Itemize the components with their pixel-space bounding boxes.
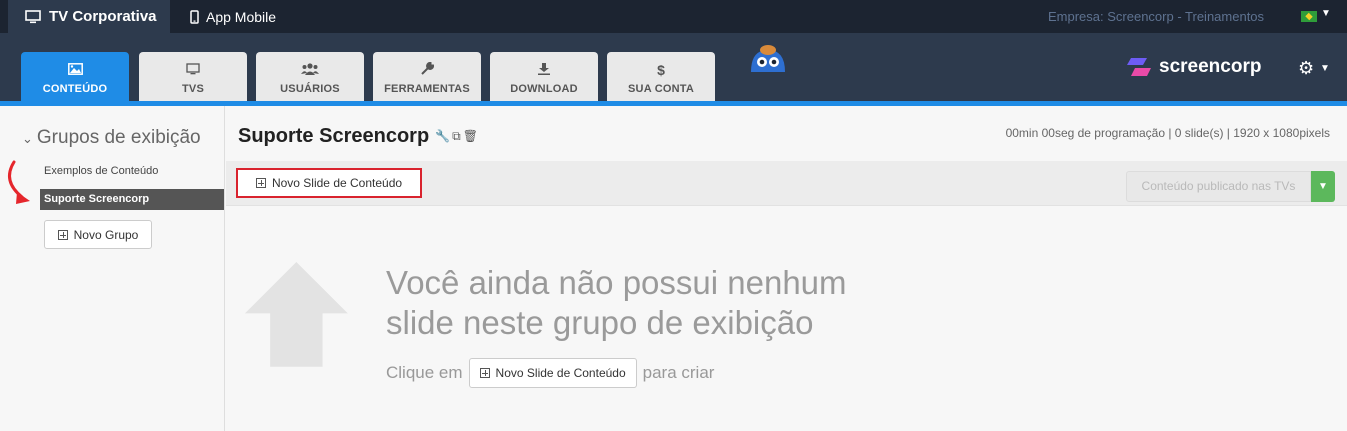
published-button[interactable]: Conteúdo publicado nas TVs: [1126, 171, 1311, 202]
hint-text: Clique em Novo Slide de Conteúdo para cr…: [386, 358, 714, 388]
users-icon: [256, 61, 364, 79]
plus-square-icon: [57, 229, 68, 240]
tab-tv-corporativa[interactable]: TV Corporativa: [8, 0, 170, 33]
plus-square-icon: [479, 368, 490, 378]
tab-usuarios[interactable]: USUÁRIOS: [256, 52, 364, 101]
empty-message-line2: slide neste grupo de exibição: [386, 304, 814, 341]
tab-mobile-label: App Mobile: [206, 8, 277, 25]
caret-down-icon[interactable]: ▼: [1311, 171, 1335, 202]
tab-usuarios-label: USUÁRIOS: [280, 83, 340, 95]
new-group-button[interactable]: Novo Grupo: [44, 220, 152, 249]
sidebar-item-suporte[interactable]: Suporte Screencorp: [40, 189, 224, 210]
screencorp-logo[interactable]: screencorp: [1125, 53, 1261, 81]
new-group-label: Novo Grupo: [73, 227, 139, 242]
brazil-flag-icon[interactable]: [1301, 11, 1317, 22]
mobile-icon: [190, 9, 199, 24]
hint-prefix: Clique em: [386, 363, 463, 382]
caret-down-icon[interactable]: ▼: [1321, 8, 1331, 19]
tab-ferramentas-label: FERRAMENTAS: [384, 83, 470, 95]
content-toolbar: Novo Slide de Conteúdo Conteúdo publicad…: [226, 161, 1347, 206]
trash-icon[interactable]: 🗑: [463, 129, 480, 143]
monitor-icon: [139, 61, 247, 79]
main-nav: CONTEÚDO TVS USUÁRIOS FERRAMENTAS DOWNLO…: [0, 33, 1347, 106]
wrench-icon[interactable]: 🔧: [435, 129, 452, 143]
tab-sua-conta-label: SUA CONTA: [628, 83, 694, 95]
content-area: Suporte Screencorp 🔧⧉🗑 00min 00seg de pr…: [226, 106, 1347, 431]
hint-suffix: para criar: [642, 363, 715, 382]
caret-down-icon[interactable]: ▼: [1320, 63, 1330, 74]
up-arrow-icon: [244, 261, 348, 367]
company-label: Empresa: Screencorp - Treinamentos: [1048, 9, 1265, 24]
chevron-down-icon: ⌄: [22, 131, 33, 146]
tab-tvs-label: TVS: [182, 83, 204, 95]
tab-download[interactable]: DOWNLOAD: [490, 52, 598, 101]
empty-message: Você ainda não possui nenhum slide neste…: [386, 263, 946, 343]
tab-conteudo[interactable]: CONTEÚDO: [21, 52, 129, 101]
page-title: Suporte Screencorp 🔧⧉🗑: [238, 125, 480, 148]
inline-new-slide-label: Novo Slide de Conteúdo: [495, 366, 626, 380]
tab-sua-conta[interactable]: $ SUA CONTA: [607, 52, 715, 101]
sidebar: ⌄ Grupos de exibição Exemplos de Conteúdo…: [0, 106, 225, 431]
inline-new-slide-button[interactable]: Novo Slide de Conteúdo: [468, 358, 637, 388]
tab-tvs[interactable]: TVS: [139, 52, 247, 101]
top-bar: TV Corporativa App Mobile Empresa: Scree…: [0, 0, 1347, 33]
program-info: 00min 00seg de programação | 0 slide(s) …: [1005, 126, 1330, 140]
new-slide-button[interactable]: Novo Slide de Conteúdo: [236, 168, 422, 198]
tab-ferramentas[interactable]: FERRAMENTAS: [373, 52, 481, 101]
brand-name: screencorp: [1159, 56, 1262, 77]
empty-message-line1: Você ainda não possui nenhum: [386, 264, 847, 301]
page-title-text: Suporte Screencorp: [238, 125, 430, 147]
tab-app-mobile[interactable]: App Mobile: [170, 0, 300, 33]
dollar-icon: $: [657, 62, 665, 78]
tab-conteudo-label: CONTEÚDO: [42, 83, 108, 95]
download-icon: [490, 61, 598, 79]
mascot-icon: [751, 45, 785, 72]
new-slide-label: Novo Slide de Conteúdo: [271, 176, 403, 190]
screencorp-logo-icon: [1127, 58, 1151, 76]
tab-tv-label: TV Corporativa: [49, 8, 157, 25]
plus-square-icon: [255, 178, 266, 188]
image-icon: [21, 61, 129, 79]
red-pointer-arrow-icon: [8, 160, 30, 204]
gear-icon[interactable]: ⚙: [1298, 58, 1314, 79]
copy-icon[interactable]: ⧉: [452, 129, 463, 143]
wrench-icon: [373, 61, 481, 79]
tab-download-label: DOWNLOAD: [510, 83, 578, 95]
sidebar-item-exemplos[interactable]: Exemplos de Conteúdo: [44, 165, 158, 177]
groups-title[interactable]: ⌄ Grupos de exibição: [22, 127, 201, 149]
groups-title-label: Grupos de exibição: [36, 127, 201, 148]
monitor-icon: [25, 9, 41, 23]
